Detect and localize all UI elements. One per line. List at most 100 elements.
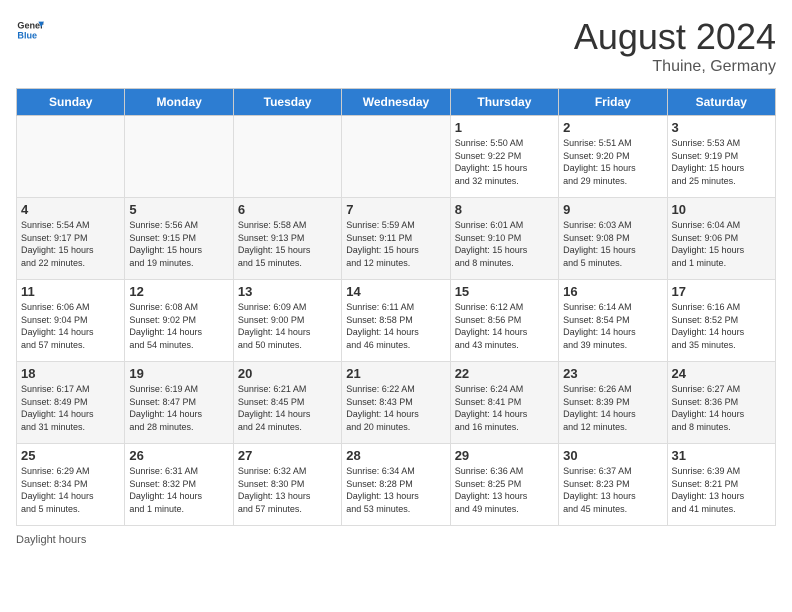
daylight-hours-label: Daylight hours: [16, 534, 86, 546]
day-info: Sunrise: 5:50 AM Sunset: 9:22 PM Dayligh…: [455, 137, 554, 187]
calendar-cell: 3 Sunrise: 5:53 AM Sunset: 9:19 PM Daylig…: [667, 116, 775, 198]
day-info: Sunrise: 5:51 AM Sunset: 9:20 PM Dayligh…: [563, 137, 662, 187]
day-info: Sunrise: 6:21 AM Sunset: 8:45 PM Dayligh…: [238, 383, 337, 433]
calendar-cell: 12 Sunrise: 6:08 AM Sunset: 9:02 PM Dayli…: [125, 280, 233, 362]
day-info: Sunrise: 6:14 AM Sunset: 8:54 PM Dayligh…: [563, 301, 662, 351]
day-info: Sunrise: 6:04 AM Sunset: 9:06 PM Dayligh…: [672, 219, 771, 269]
svg-text:Blue: Blue: [17, 30, 37, 40]
day-number: 5: [129, 202, 228, 217]
day-number: 29: [455, 448, 554, 463]
calendar-cell: 25Sunrise: 6:29 AM Sunset: 8:34 PM Dayli…: [17, 444, 125, 526]
day-info: Sunrise: 6:39 AM Sunset: 8:21 PM Dayligh…: [672, 465, 771, 515]
day-number: 26: [129, 448, 228, 463]
month-year: August 2024: [574, 16, 776, 58]
weekday-header-thursday: Thursday: [450, 89, 558, 116]
calendar-cell: [125, 116, 233, 198]
day-number: 6: [238, 202, 337, 217]
day-info: Sunrise: 6:19 AM Sunset: 8:47 PM Dayligh…: [129, 383, 228, 433]
day-info: Sunrise: 6:08 AM Sunset: 9:02 PM Dayligh…: [129, 301, 228, 351]
weekday-header-saturday: Saturday: [667, 89, 775, 116]
day-info: Sunrise: 6:17 AM Sunset: 8:49 PM Dayligh…: [21, 383, 120, 433]
title-area: August 2024 Thuine, Germany: [574, 16, 776, 76]
location: Thuine, Germany: [574, 58, 776, 76]
day-number: 10: [672, 202, 771, 217]
week-row-2: 4Sunrise: 5:54 AM Sunset: 9:17 PM Daylig…: [17, 198, 776, 280]
calendar-cell: 27Sunrise: 6:32 AM Sunset: 8:30 PM Dayli…: [233, 444, 341, 526]
day-number: 15: [455, 284, 554, 299]
day-info: Sunrise: 6:12 AM Sunset: 8:56 PM Dayligh…: [455, 301, 554, 351]
calendar-cell: 8 Sunrise: 6:01 AM Sunset: 9:10 PM Daylig…: [450, 198, 558, 280]
calendar-cell: 19 Sunrise: 6:19 AM Sunset: 8:47 PM Dayli…: [125, 362, 233, 444]
day-info: Sunrise: 6:24 AM Sunset: 8:41 PM Dayligh…: [455, 383, 554, 433]
weekday-header-wednesday: Wednesday: [342, 89, 450, 116]
calendar-cell: 31Sunrise: 6:39 AM Sunset: 8:21 PM Dayli…: [667, 444, 775, 526]
day-info: Sunrise: 6:36 AM Sunset: 8:25 PM Dayligh…: [455, 465, 554, 515]
day-info: Sunrise: 6:11 AM Sunset: 8:58 PM Dayligh…: [346, 301, 445, 351]
header: General Blue August 2024 Thuine, Germany: [16, 16, 776, 76]
day-number: 16: [563, 284, 662, 299]
logo: General Blue: [16, 16, 44, 44]
calendar-cell: 9 Sunrise: 6:03 AM Sunset: 9:08 PM Daylig…: [559, 198, 667, 280]
calendar-cell: 14Sunrise: 6:11 AM Sunset: 8:58 PM Dayli…: [342, 280, 450, 362]
day-number: 30: [563, 448, 662, 463]
calendar-cell: 18 Sunrise: 6:17 AM Sunset: 8:49 PM Dayli…: [17, 362, 125, 444]
day-info: Sunrise: 5:53 AM Sunset: 9:19 PM Dayligh…: [672, 137, 771, 187]
week-row-3: 11Sunrise: 6:06 AM Sunset: 9:04 PM Dayli…: [17, 280, 776, 362]
day-info: Sunrise: 6:01 AM Sunset: 9:10 PM Dayligh…: [455, 219, 554, 269]
day-number: 3: [672, 120, 771, 135]
day-number: 28: [346, 448, 445, 463]
week-row-5: 25Sunrise: 6:29 AM Sunset: 8:34 PM Dayli…: [17, 444, 776, 526]
calendar-cell: 7 Sunrise: 5:59 AM Sunset: 9:11 PM Daylig…: [342, 198, 450, 280]
calendar-cell: 29 Sunrise: 6:36 AM Sunset: 8:25 PM Dayli…: [450, 444, 558, 526]
calendar-cell: 13Sunrise: 6:09 AM Sunset: 9:00 PM Dayli…: [233, 280, 341, 362]
weekday-header-monday: Monday: [125, 89, 233, 116]
weekday-header-row: SundayMondayTuesdayWednesdayThursdayFrid…: [17, 89, 776, 116]
day-number: 11: [21, 284, 120, 299]
weekday-header-sunday: Sunday: [17, 89, 125, 116]
footer-note: Daylight hours: [16, 534, 776, 546]
day-number: 17: [672, 284, 771, 299]
calendar-cell: [17, 116, 125, 198]
week-row-4: 18 Sunrise: 6:17 AM Sunset: 8:49 PM Dayli…: [17, 362, 776, 444]
day-info: Sunrise: 5:58 AM Sunset: 9:13 PM Dayligh…: [238, 219, 337, 269]
day-number: 18: [21, 366, 120, 381]
calendar-cell: 26Sunrise: 6:31 AM Sunset: 8:32 PM Dayli…: [125, 444, 233, 526]
day-info: Sunrise: 6:16 AM Sunset: 8:52 PM Dayligh…: [672, 301, 771, 351]
day-number: 19: [129, 366, 228, 381]
calendar-cell: 23 Sunrise: 6:26 AM Sunset: 8:39 PM Dayli…: [559, 362, 667, 444]
day-number: 13: [238, 284, 337, 299]
calendar-cell: 20Sunrise: 6:21 AM Sunset: 8:45 PM Dayli…: [233, 362, 341, 444]
calendar-cell: 28 Sunrise: 6:34 AM Sunset: 8:28 PM Dayli…: [342, 444, 450, 526]
day-number: 8: [455, 202, 554, 217]
weekday-header-tuesday: Tuesday: [233, 89, 341, 116]
calendar-cell: 16 Sunrise: 6:14 AM Sunset: 8:54 PM Dayli…: [559, 280, 667, 362]
calendar-cell: [233, 116, 341, 198]
day-info: Sunrise: 5:59 AM Sunset: 9:11 PM Dayligh…: [346, 219, 445, 269]
day-number: 22: [455, 366, 554, 381]
day-number: 21: [346, 366, 445, 381]
day-number: 2: [563, 120, 662, 135]
day-number: 4: [21, 202, 120, 217]
calendar-cell: [342, 116, 450, 198]
calendar-cell: 24 Sunrise: 6:27 AM Sunset: 8:36 PM Dayli…: [667, 362, 775, 444]
day-info: Sunrise: 6:27 AM Sunset: 8:36 PM Dayligh…: [672, 383, 771, 433]
day-number: 24: [672, 366, 771, 381]
day-info: Sunrise: 6:34 AM Sunset: 8:28 PM Dayligh…: [346, 465, 445, 515]
day-number: 7: [346, 202, 445, 217]
day-number: 25: [21, 448, 120, 463]
day-info: Sunrise: 6:32 AM Sunset: 8:30 PM Dayligh…: [238, 465, 337, 515]
calendar-table: SundayMondayTuesdayWednesdayThursdayFrid…: [16, 88, 776, 526]
day-number: 12: [129, 284, 228, 299]
calendar-cell: 1 Sunrise: 5:50 AM Sunset: 9:22 PM Daylig…: [450, 116, 558, 198]
day-number: 1: [455, 120, 554, 135]
calendar-cell: 4Sunrise: 5:54 AM Sunset: 9:17 PM Daylig…: [17, 198, 125, 280]
day-number: 23: [563, 366, 662, 381]
calendar-cell: 5Sunrise: 5:56 AM Sunset: 9:15 PM Daylig…: [125, 198, 233, 280]
calendar-cell: 2 Sunrise: 5:51 AM Sunset: 9:20 PM Daylig…: [559, 116, 667, 198]
calendar-cell: 21Sunrise: 6:22 AM Sunset: 8:43 PM Dayli…: [342, 362, 450, 444]
day-info: Sunrise: 6:26 AM Sunset: 8:39 PM Dayligh…: [563, 383, 662, 433]
logo-icon: General Blue: [16, 16, 44, 44]
day-number: 9: [563, 202, 662, 217]
calendar-cell: 17 Sunrise: 6:16 AM Sunset: 8:52 PM Dayli…: [667, 280, 775, 362]
day-info: Sunrise: 6:03 AM Sunset: 9:08 PM Dayligh…: [563, 219, 662, 269]
